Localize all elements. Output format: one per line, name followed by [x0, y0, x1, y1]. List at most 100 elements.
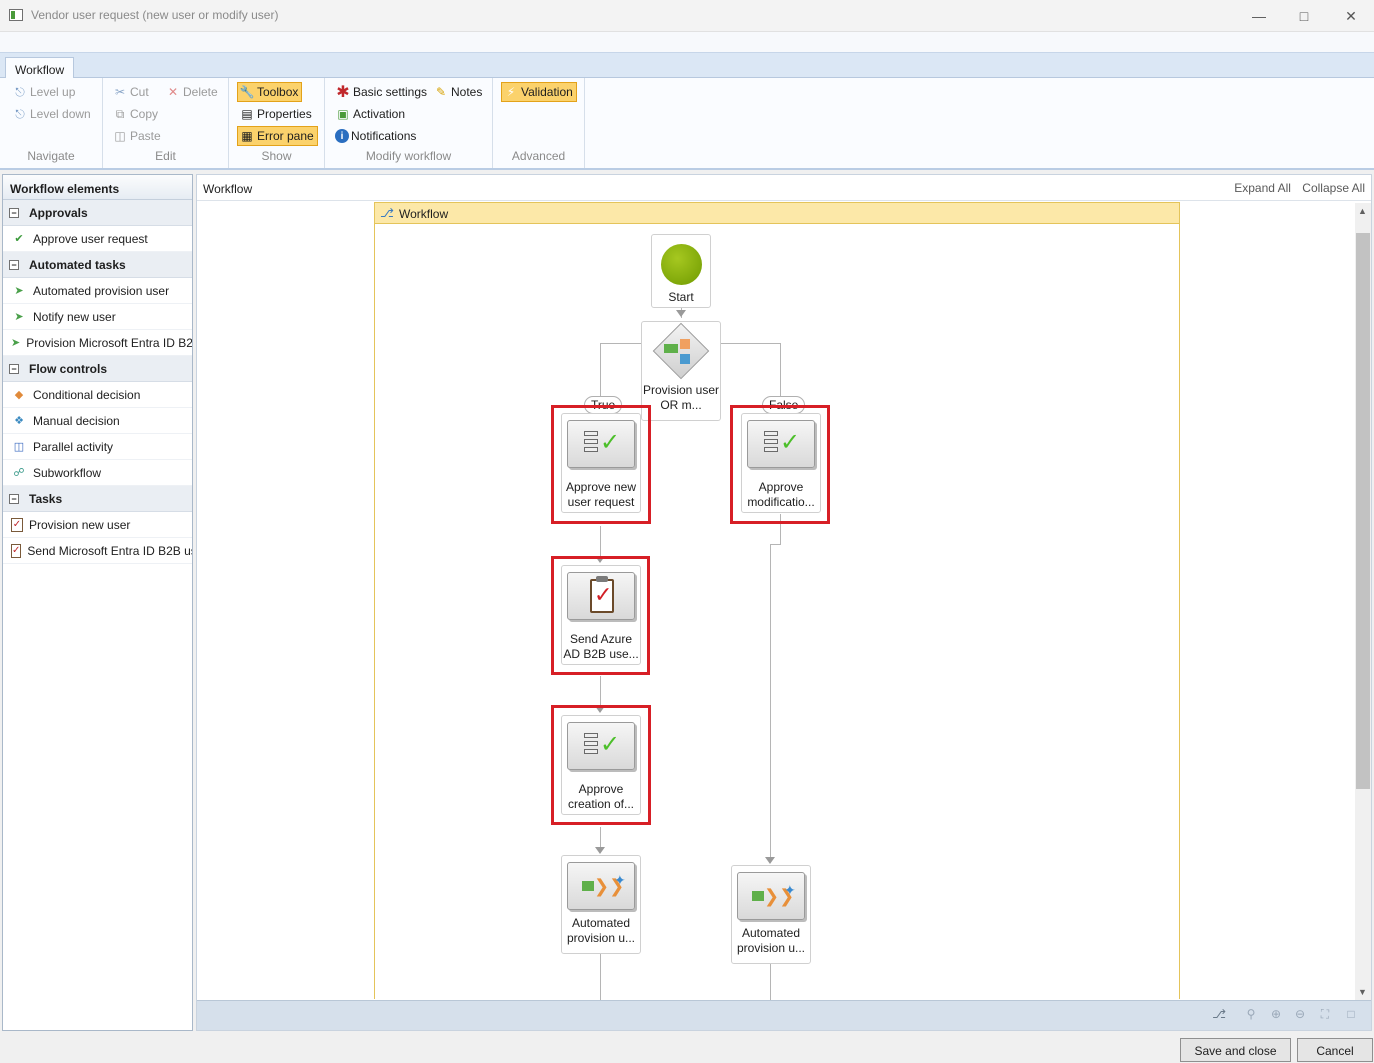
cut-label: Cut — [130, 85, 149, 99]
ribbon-band — [0, 32, 1374, 52]
notifications-button[interactable]: i Notifications — [335, 126, 416, 146]
list-item-label: Approve user request — [33, 231, 148, 246]
expand-all-link[interactable]: Expand All — [1234, 181, 1291, 195]
automated-provision-node-right[interactable]: ❯❯ ✦ Automated provision u... — [731, 865, 811, 964]
panel-header: Workflow elements — [3, 175, 192, 200]
highlight-box — [551, 705, 651, 825]
category-label: Tasks — [29, 491, 63, 506]
vertical-scrollbar[interactable]: ▲ ▼ — [1355, 203, 1371, 1000]
category-tasks[interactable]: − Tasks — [3, 486, 192, 512]
highlight-box — [551, 556, 650, 675]
activation-label: Activation — [353, 107, 406, 121]
list-item-label: Manual decision — [33, 413, 120, 428]
blue-block-icon — [680, 354, 690, 364]
list-item[interactable]: ❖ Manual decision — [3, 408, 192, 434]
level-up-button[interactable]: ⎋ Level up — [12, 82, 75, 102]
automated-task-icon: ➤ — [14, 285, 24, 297]
connector — [721, 343, 781, 344]
activation-button[interactable]: ▣ Activation — [335, 104, 405, 124]
delete-button[interactable]: ✕ Delete — [165, 82, 218, 102]
list-item[interactable]: ◫ Parallel activity — [3, 434, 192, 460]
fit-to-screen-icon[interactable]: ⛶ — [1317, 1007, 1333, 1023]
list-item[interactable]: ◆ Conditional decision — [3, 382, 192, 408]
collapse-icon[interactable]: − — [9, 259, 19, 270]
list-item[interactable]: ➤ Notify new user — [3, 304, 192, 330]
copy-label: Copy — [130, 107, 159, 121]
list-item[interactable]: ☍ Subworkflow — [3, 460, 192, 486]
list-item[interactable]: ➤ Provision Microsoft Entra ID B2B — [3, 330, 192, 356]
zoom-out-icon[interactable]: ⊖ — [1292, 1007, 1308, 1023]
breadcrumb[interactable]: Workflow — [203, 182, 252, 196]
category-automated-tasks[interactable]: − Automated tasks — [3, 252, 192, 278]
arrow-icon — [595, 847, 605, 854]
zoom-in-icon[interactable]: ⊕ — [1268, 1007, 1284, 1023]
delete-icon: ✕ — [167, 85, 179, 99]
list-item[interactable]: ✓ Send Microsoft Entra ID B2B user invit… — [3, 538, 192, 564]
maximize-icon[interactable]: □ — [1281, 0, 1327, 32]
error-pane-icon: ▦ — [241, 129, 253, 143]
level-down-button[interactable]: ⎋ Level down — [12, 104, 90, 124]
workflow-container-title: Workflow — [399, 207, 449, 221]
start-node[interactable]: Start — [651, 234, 711, 308]
approval-icon: ✔ — [14, 233, 24, 245]
group-advanced: ⚡ Validation Advanced — [493, 78, 585, 168]
list-item-label: Automated provision user — [33, 283, 170, 298]
category-label: Flow controls — [29, 361, 107, 376]
ribbon: ⎋ Level up ⎋ Level down Navigate ✂ Cut ✕… — [0, 78, 1374, 170]
cancel-button[interactable]: Cancel — [1297, 1038, 1373, 1062]
notes-button[interactable]: ✎ Notes — [433, 82, 482, 102]
automated-provision-node-left[interactable]: ❯❯ ✦ Automated provision u... — [561, 855, 641, 954]
highlight-box — [730, 405, 830, 524]
error-pane-button[interactable]: ▦ Error pane — [237, 126, 318, 146]
connector — [770, 964, 771, 1000]
minimize-icon[interactable]: — — [1236, 0, 1282, 32]
category-label: Approvals — [29, 205, 88, 220]
tab-workflow[interactable]: Workflow — [5, 57, 75, 80]
activation-icon: ▣ — [337, 107, 349, 121]
list-item[interactable]: ✔ Approve user request — [3, 226, 192, 252]
decision-node[interactable]: Provision user OR m... — [641, 321, 721, 421]
category-flow-controls[interactable]: − Flow controls — [3, 356, 192, 382]
zoom-reset-icon[interactable]: ⚲ — [1243, 1007, 1259, 1023]
dialog-footer: Save and close Cancel — [0, 1033, 1374, 1063]
connector — [600, 526, 601, 558]
delete-label: Delete — [183, 85, 218, 99]
arrow-icon — [765, 857, 775, 864]
connector — [600, 827, 601, 849]
workflow-canvas-panel: Workflow Expand All Collapse All ⎇ Workf… — [196, 174, 1372, 1031]
scroll-thumb[interactable] — [1356, 233, 1370, 789]
cut-button[interactable]: ✂ Cut — [112, 82, 149, 102]
layout-icon[interactable]: ⎇ — [1211, 1007, 1227, 1023]
paste-icon: ◫ — [114, 129, 126, 143]
copy-button[interactable]: ⧉ Copy — [112, 104, 158, 124]
category-approvals[interactable]: − Approvals — [3, 200, 192, 226]
green-arrow-icon — [664, 344, 678, 353]
properties-button[interactable]: ▤ Properties — [239, 104, 311, 124]
scroll-up-icon[interactable]: ▲ — [1358, 206, 1367, 216]
list-item-label: Provision new user — [29, 517, 131, 532]
collapse-all-link[interactable]: Collapse All — [1302, 181, 1365, 195]
save-and-close-button[interactable]: Save and close — [1180, 1038, 1291, 1062]
validation-button[interactable]: ⚡ Validation — [501, 82, 577, 102]
automated-task-icon: ➤ — [14, 311, 24, 323]
info-icon: i — [335, 129, 349, 143]
error-pane-label: Error pane — [257, 129, 314, 143]
paste-button[interactable]: ◫ Paste — [112, 126, 160, 146]
scroll-down-icon[interactable]: ▼ — [1358, 987, 1367, 997]
toolbox-label: Toolbox — [257, 85, 299, 99]
list-item-label: Send Microsoft Entra ID B2B user invitat… — [27, 543, 192, 558]
actual-size-icon[interactable]: □ — [1343, 1007, 1359, 1023]
list-item[interactable]: ➤ Automated provision user — [3, 278, 192, 304]
list-item-label: Notify new user — [33, 309, 116, 324]
toolbox-button[interactable]: 🔧 Toolbox — [237, 82, 303, 102]
collapse-icon[interactable]: − — [9, 493, 19, 504]
basic-settings-button[interactable]: ✱ Basic settings — [335, 82, 427, 102]
basic-settings-label: Basic settings — [353, 85, 428, 99]
manual-decision-icon: ❖ — [14, 415, 24, 427]
start-circle-icon — [661, 244, 702, 285]
lightning-icon: ⚡ — [506, 85, 516, 99]
list-item[interactable]: ✓ Provision new user — [3, 512, 192, 538]
close-icon[interactable]: ✕ — [1328, 0, 1374, 32]
collapse-icon[interactable]: − — [9, 363, 19, 374]
collapse-icon[interactable]: − — [9, 207, 19, 218]
